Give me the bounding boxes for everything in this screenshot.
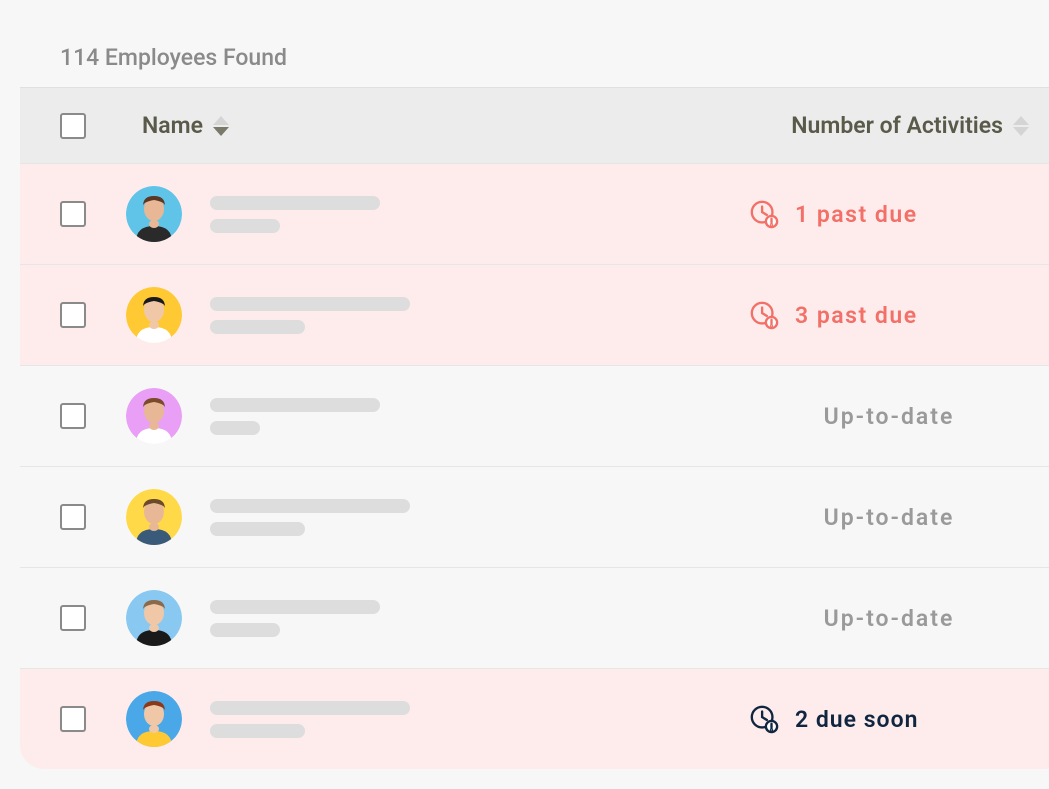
clock-alert-icon <box>749 300 779 330</box>
results-count: 114 Employees Found <box>20 20 1049 87</box>
table-row[interactable]: Up-to-date <box>20 466 1049 567</box>
activity-status: 3 past due <box>749 300 1029 330</box>
table-body: 1 past due 3 past due <box>20 163 1049 769</box>
column-header-name[interactable]: Name <box>142 112 229 139</box>
placeholder-line <box>210 724 305 738</box>
placeholder-line <box>210 499 410 513</box>
avatar <box>126 489 182 545</box>
activity-status: Up-to-date <box>749 504 1029 531</box>
avatar <box>126 691 182 747</box>
row-checkbox[interactable] <box>60 605 86 631</box>
row-checkbox[interactable] <box>60 504 86 530</box>
table-row[interactable]: 3 past due <box>20 264 1049 365</box>
sort-icon <box>1013 116 1029 136</box>
avatar <box>126 287 182 343</box>
name-placeholder <box>210 600 380 637</box>
table-row[interactable]: Up-to-date <box>20 567 1049 668</box>
table-row[interactable]: 2 due soon <box>20 668 1049 769</box>
name-placeholder <box>210 701 410 738</box>
avatar <box>126 186 182 242</box>
row-checkbox[interactable] <box>60 706 86 732</box>
status-text: Up-to-date <box>824 504 955 531</box>
activity-status: 1 past due <box>749 199 1029 229</box>
placeholder-line <box>210 623 280 637</box>
placeholder-line <box>210 196 380 210</box>
status-text: 2 due soon <box>795 706 918 733</box>
column-header-activities[interactable]: Number of Activities <box>791 112 1029 139</box>
placeholder-line <box>210 600 380 614</box>
name-placeholder <box>210 196 380 233</box>
column-label-activities: Number of Activities <box>791 112 1003 139</box>
avatar <box>126 388 182 444</box>
name-placeholder <box>210 297 410 334</box>
status-text: 1 past due <box>795 201 918 228</box>
placeholder-line <box>210 701 410 715</box>
placeholder-line <box>210 219 280 233</box>
activity-status: Up-to-date <box>749 605 1029 632</box>
row-checkbox[interactable] <box>60 403 86 429</box>
name-placeholder <box>210 398 380 435</box>
placeholder-line <box>210 297 410 311</box>
placeholder-line <box>210 522 305 536</box>
table-row[interactable]: 1 past due <box>20 163 1049 264</box>
status-text: Up-to-date <box>824 605 955 632</box>
placeholder-line <box>210 320 305 334</box>
placeholder-line <box>210 398 380 412</box>
activity-status: 2 due soon <box>749 704 1029 734</box>
sort-icon <box>213 116 229 136</box>
placeholder-line <box>210 421 260 435</box>
employees-panel: 114 Employees Found Name Number of Activ… <box>20 20 1049 769</box>
status-text: Up-to-date <box>824 403 955 430</box>
name-placeholder <box>210 499 410 536</box>
row-checkbox[interactable] <box>60 302 86 328</box>
clock-alert-icon <box>749 199 779 229</box>
table-row[interactable]: Up-to-date <box>20 365 1049 466</box>
row-checkbox[interactable] <box>60 201 86 227</box>
select-all-checkbox[interactable] <box>60 113 86 139</box>
status-text: 3 past due <box>795 302 918 329</box>
column-label-name: Name <box>142 112 203 139</box>
table-header: Name Number of Activities <box>20 87 1049 163</box>
clock-alert-icon <box>749 704 779 734</box>
activity-status: Up-to-date <box>749 403 1029 430</box>
avatar <box>126 590 182 646</box>
